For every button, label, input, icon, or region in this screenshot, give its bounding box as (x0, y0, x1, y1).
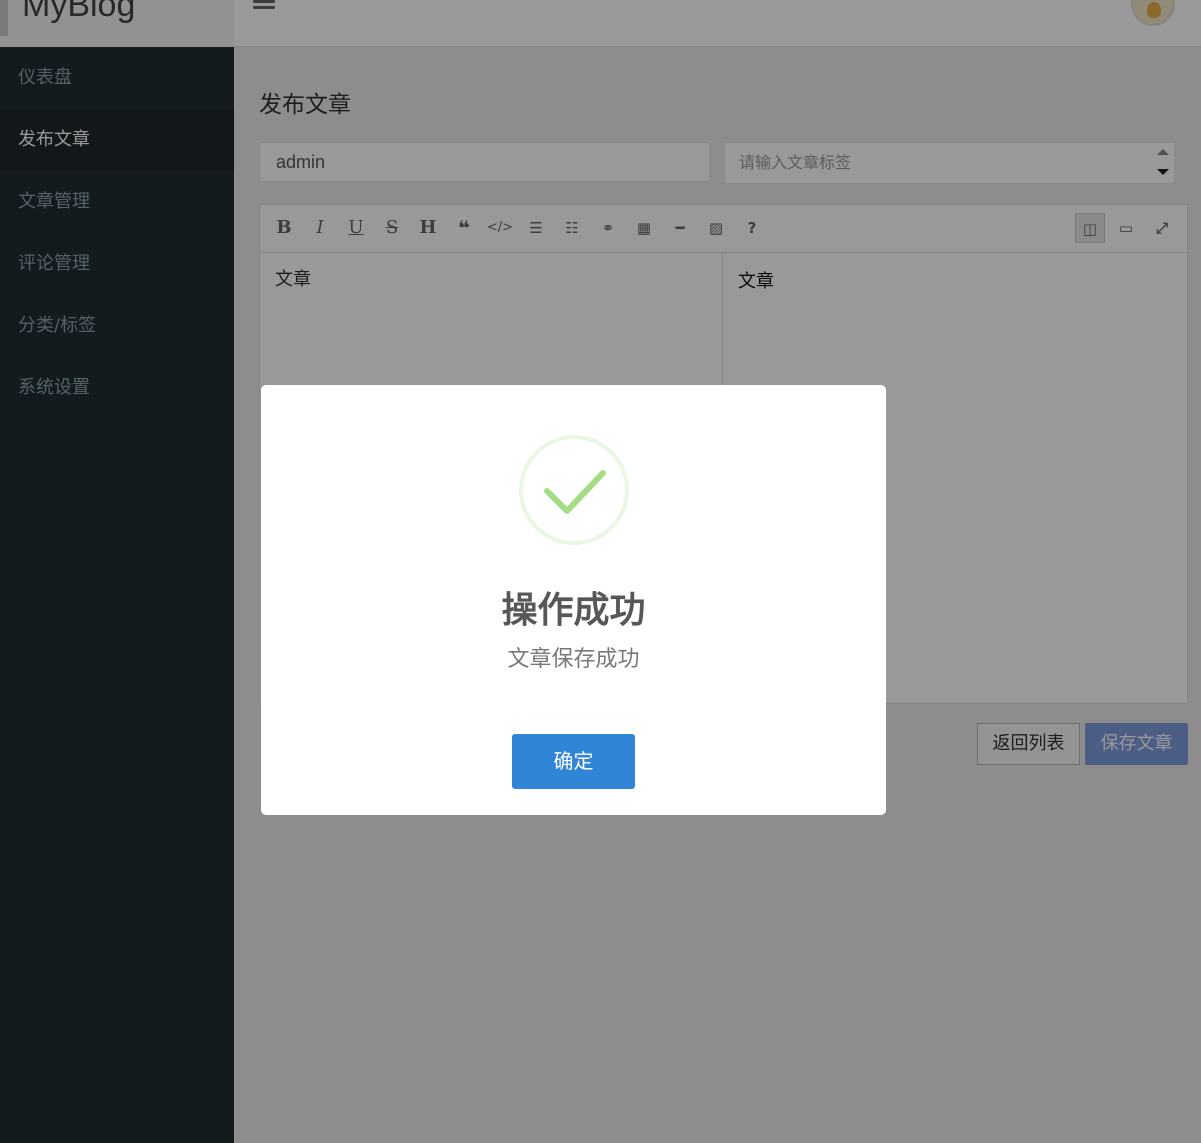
success-check-icon (519, 435, 629, 545)
success-dialog: 操作成功 文章保存成功 确定 (261, 385, 886, 815)
dialog-title: 操作成功 (501, 590, 646, 631)
dialog-message: 文章保存成功 (507, 647, 640, 672)
confirm-button[interactable]: 确定 (512, 734, 635, 789)
